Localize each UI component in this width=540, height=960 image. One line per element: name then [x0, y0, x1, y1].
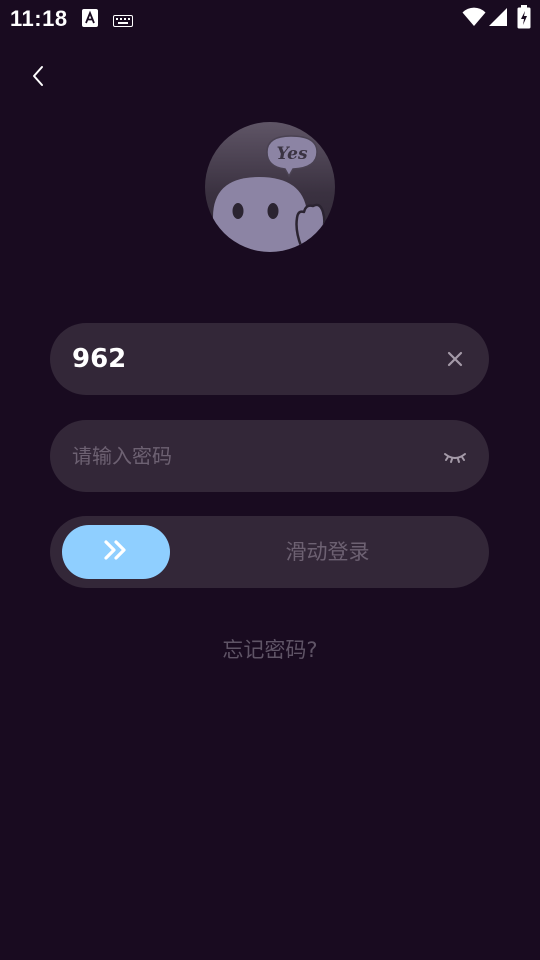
back-button[interactable] [20, 60, 56, 96]
slide-login-track[interactable]: 滑动登录 [50, 516, 489, 588]
password-field[interactable]: 请输入密码 [50, 420, 489, 492]
status-time: 11:18 [10, 6, 68, 31]
wifi-icon [462, 7, 486, 31]
slide-login-label: 滑动登录 [285, 540, 370, 564]
double-chevron-right-icon [101, 538, 131, 566]
keyboard-icon [113, 12, 133, 31]
slide-login-handle[interactable] [62, 525, 170, 579]
password-placeholder: 请输入密码 [72, 444, 172, 468]
status-bar: 11:18 [0, 0, 540, 36]
avatar: Yes [205, 122, 335, 252]
battery-charging-icon [517, 5, 531, 33]
signal-icon [488, 7, 508, 31]
username-value: 962 [72, 344, 127, 374]
speech-bubble-text: Yes [276, 144, 307, 164]
chevron-left-icon [30, 64, 46, 92]
username-field[interactable]: 962 [50, 323, 489, 395]
eye-closed-icon[interactable] [443, 444, 467, 468]
forgot-password-link[interactable]: 忘记密码? [0, 634, 540, 664]
text-a-icon [82, 9, 98, 31]
close-icon[interactable] [443, 347, 467, 371]
